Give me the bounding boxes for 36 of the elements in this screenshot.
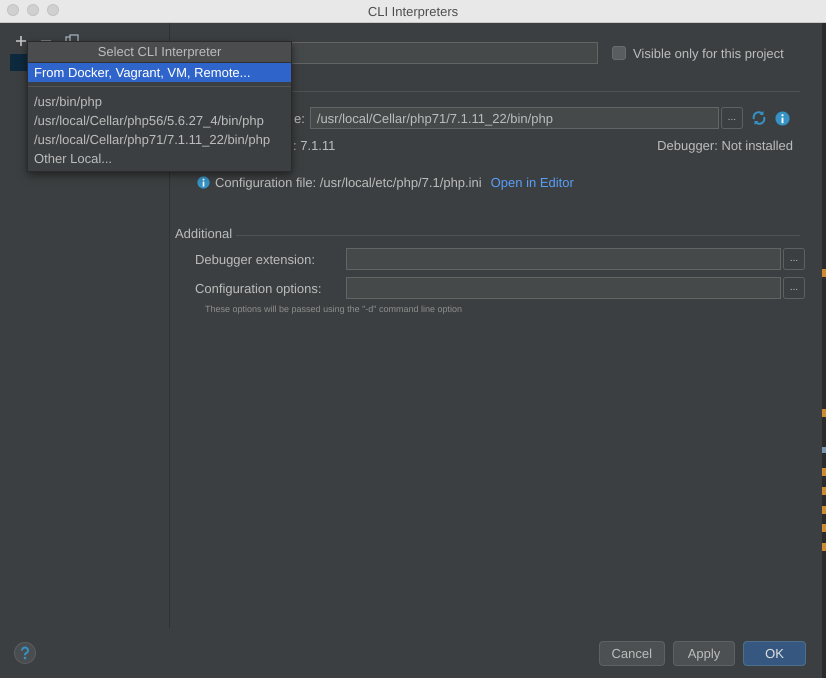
help-button[interactable] [14, 642, 36, 664]
checkbox[interactable] [612, 46, 626, 60]
hint-text: These options will be passed using the "-d" command line option [204, 304, 464, 314]
menu-item[interactable]: Other Local... [28, 149, 291, 168]
dialog-button[interactable]: Cancel [598, 640, 665, 666]
window-title: CLI Interpreters [368, 4, 458, 18]
info-icon[interactable] [774, 110, 790, 126]
minimize-button[interactable] [27, 4, 39, 16]
browse-button[interactable]: ... [783, 248, 805, 270]
checkbox-label: Visible only for this project [633, 46, 784, 60]
browse-button[interactable]: ... [720, 107, 743, 129]
menu-item[interactable]: /usr/local/Cellar/php71/7.1.11_22/bin/php [28, 130, 291, 149]
refresh-icon[interactable] [750, 110, 767, 126]
version-text: : 7.1.11 [293, 138, 336, 155]
help-icon [14, 642, 36, 664]
dialog-button[interactable]: OK [743, 640, 806, 666]
add-icon[interactable] [15, 35, 27, 47]
zoom-button[interactable] [47, 4, 59, 16]
popup-title: Select CLI Interpreter [28, 42, 291, 63]
info-icon [197, 176, 210, 189]
field-label: Debugger extension: [195, 252, 316, 266]
debugger-status: Debugger: Not installed [657, 138, 793, 155]
browse-button[interactable]: ... [783, 277, 805, 299]
menu-item[interactable]: /usr/bin/php [28, 92, 291, 111]
open-in-editor-link[interactable]: Open in Editor [490, 175, 574, 190]
field-label: e: [294, 110, 305, 126]
input-field[interactable] [346, 277, 781, 299]
dialog-button[interactable]: Apply [673, 640, 735, 666]
close-button[interactable] [7, 4, 19, 16]
field-label: Configuration options: [195, 280, 322, 296]
input-field[interactable] [346, 248, 781, 270]
configuration-file-text: Configuration file: /usr/local/etc/php/7.1/php.ini [215, 175, 482, 190]
menu-item[interactable]: From Docker, Vagrant, VM, Remote... [28, 63, 291, 82]
menu-item[interactable]: /usr/local/Cellar/php56/5.6.27_4/bin/php [28, 111, 291, 130]
executable-field[interactable]: /usr/local/Cellar/php71/7.1.11_22/bin/php [310, 107, 719, 129]
section-title: Additional [175, 226, 232, 241]
